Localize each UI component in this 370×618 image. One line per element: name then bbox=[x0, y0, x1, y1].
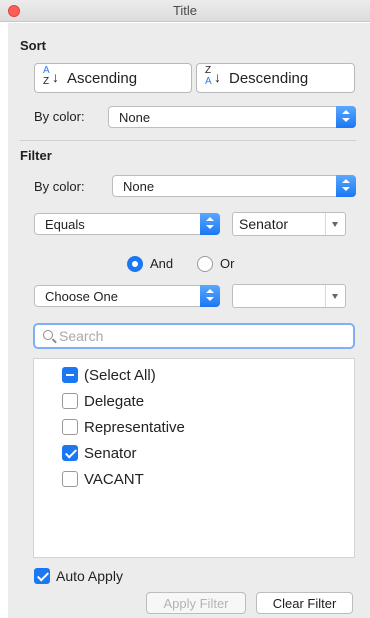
logic-and-radio[interactable] bbox=[127, 256, 143, 272]
sort-ascending-icon: A Z ↓ bbox=[43, 65, 63, 89]
sort-by-color-value: None bbox=[119, 110, 151, 125]
sort-section-title: Sort bbox=[20, 38, 46, 53]
clear-filter-button[interactable]: Clear Filter bbox=[256, 592, 353, 614]
condition1-value: Senator bbox=[239, 216, 289, 232]
list-item-label: (Select All) bbox=[84, 366, 156, 384]
select-stepper-icon bbox=[336, 106, 356, 128]
chevron-down-icon bbox=[332, 222, 338, 227]
combo-dropdown-button[interactable] bbox=[325, 285, 345, 307]
icon-arrow: ↓ bbox=[214, 69, 221, 85]
list-item-delegate[interactable]: Delegate bbox=[62, 391, 144, 411]
window-title: Title bbox=[172, 3, 198, 18]
checkbox[interactable] bbox=[62, 419, 78, 435]
list-item-vacant[interactable]: VACANT bbox=[62, 469, 144, 489]
condition1-value-combo[interactable]: Senator bbox=[232, 212, 346, 236]
sort-by-color-label: By color: bbox=[34, 109, 85, 124]
apply-filter-button[interactable]: Apply Filter bbox=[146, 592, 246, 614]
checkbox[interactable] bbox=[62, 471, 78, 487]
select-stepper-icon bbox=[336, 175, 356, 197]
list-item-label: Senator bbox=[84, 444, 137, 462]
sort-descending-button[interactable]: Z A ↓ Descending bbox=[196, 63, 355, 93]
list-item-select-all[interactable]: (Select All) bbox=[62, 365, 156, 385]
icon-letter-top: A bbox=[43, 65, 50, 76]
list-item-label: Representative bbox=[84, 418, 185, 436]
condition1-operator-select[interactable]: Equals bbox=[34, 213, 220, 235]
icon-letter-bottom: A bbox=[205, 76, 212, 87]
sort-ascending-label: Ascending bbox=[67, 69, 138, 87]
logic-or-radio[interactable] bbox=[197, 256, 213, 272]
sort-by-color-select[interactable]: None bbox=[108, 106, 356, 128]
list-item-senator[interactable]: Senator bbox=[62, 443, 137, 463]
list-item-representative[interactable]: Representative bbox=[62, 417, 185, 437]
condition2-operator-value: Choose One bbox=[45, 289, 118, 304]
search-icon bbox=[43, 330, 53, 340]
search-field[interactable] bbox=[33, 323, 355, 349]
sort-descending-icon: Z A ↓ bbox=[205, 65, 225, 89]
title-bar: Title bbox=[0, 0, 370, 22]
filter-values-list: (Select All) Delegate Representative Sen… bbox=[33, 358, 355, 558]
search-input[interactable] bbox=[59, 327, 339, 345]
list-item-label: VACANT bbox=[84, 470, 144, 488]
auto-apply-checkbox[interactable] bbox=[34, 568, 50, 584]
checkbox-checked[interactable] bbox=[62, 445, 78, 461]
chevron-down-icon bbox=[332, 294, 338, 299]
checkbox[interactable] bbox=[62, 393, 78, 409]
filter-by-color-label: By color: bbox=[34, 179, 85, 194]
list-item-label: Delegate bbox=[84, 392, 145, 410]
auto-apply-option[interactable]: Auto Apply bbox=[34, 566, 123, 586]
sort-ascending-button[interactable]: A Z ↓ Ascending bbox=[34, 63, 192, 93]
section-divider bbox=[20, 140, 356, 141]
condition2-operator-select[interactable]: Choose One bbox=[34, 285, 220, 307]
icon-arrow: ↓ bbox=[52, 69, 59, 85]
logic-or-label: Or bbox=[220, 256, 235, 271]
filter-panel: Title Sort A Z ↓ Ascending Z A ↓ Descend… bbox=[0, 0, 370, 618]
filter-by-color-select[interactable]: None bbox=[112, 175, 356, 197]
icon-letter-top: Z bbox=[205, 65, 212, 76]
filter-by-color-value: None bbox=[123, 179, 155, 194]
select-stepper-icon bbox=[200, 285, 220, 307]
filter-section-title: Filter bbox=[20, 148, 52, 163]
condition1-operator-value: Equals bbox=[45, 217, 85, 232]
sort-descending-label: Descending bbox=[229, 69, 309, 87]
logic-and-label: And bbox=[150, 256, 174, 271]
auto-apply-label: Auto Apply bbox=[56, 568, 123, 584]
combo-dropdown-button[interactable] bbox=[325, 213, 345, 235]
checkbox-mixed[interactable] bbox=[62, 367, 78, 383]
condition2-value-combo[interactable] bbox=[232, 284, 346, 308]
icon-letter-bottom: Z bbox=[43, 76, 50, 87]
select-stepper-icon bbox=[200, 213, 220, 235]
